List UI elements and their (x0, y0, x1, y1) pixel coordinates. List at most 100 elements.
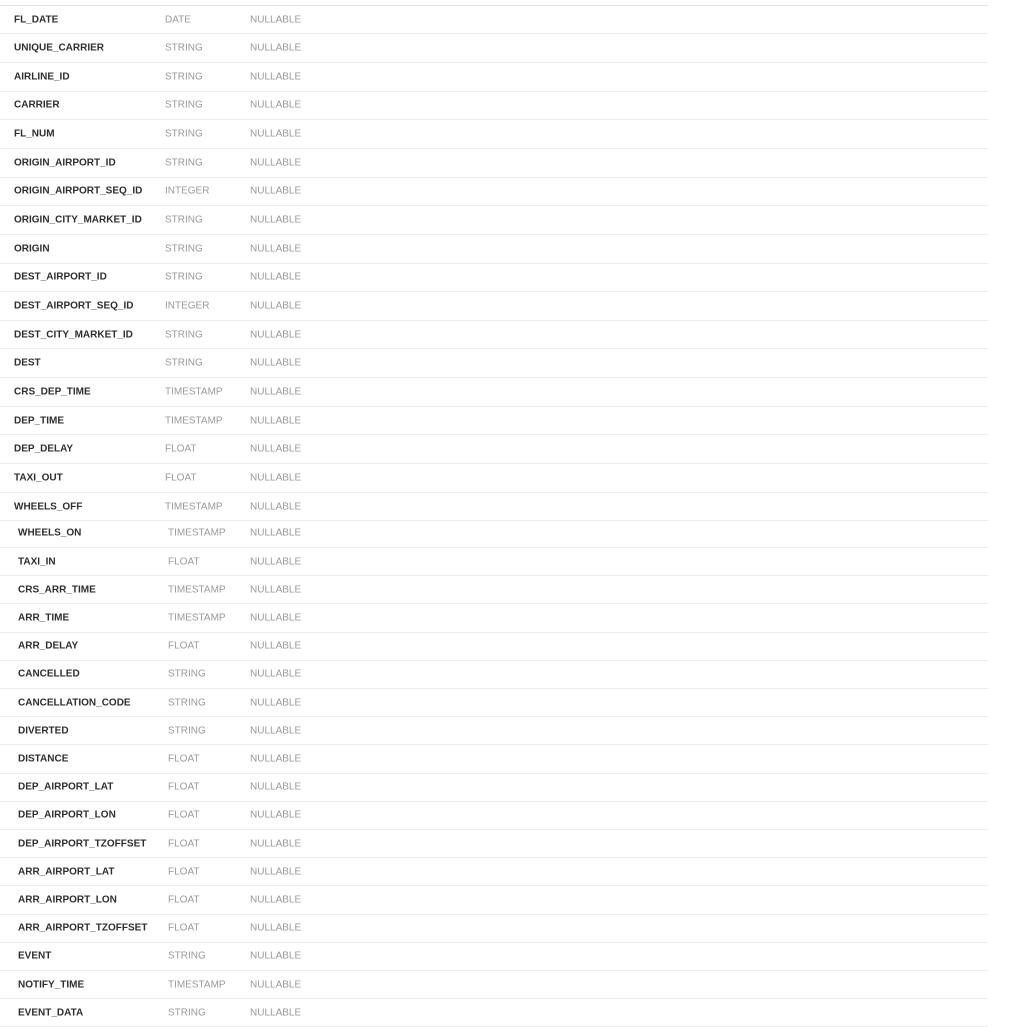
schema-row[interactable]: UNIQUE_CARRIER STRING NULLABLE (0, 34, 988, 63)
field-name: AIRLINE_ID (14, 71, 70, 83)
schema-row[interactable]: DISTANCE FLOAT NULLABLE (0, 746, 988, 774)
field-type: FLOAT (168, 753, 200, 765)
schema-row[interactable]: DEP_AIRPORT_LAT FLOAT NULLABLE (0, 774, 988, 802)
field-mode: NULLABLE (250, 1007, 302, 1019)
field-type: TIMESTAMP (168, 612, 226, 624)
field-mode: NULLABLE (250, 584, 302, 596)
field-type: STRING (168, 697, 206, 709)
field-name: WHEELS_OFF (14, 501, 83, 513)
schema-row[interactable]: ARR_DELAY FLOAT NULLABLE (0, 633, 988, 661)
field-type: FLOAT (168, 922, 200, 934)
field-name: ORIGIN_AIRPORT_ID (14, 157, 116, 169)
schema-row[interactable]: TAXI_OUT FLOAT NULLABLE (0, 464, 988, 493)
field-type: STRING (165, 357, 203, 369)
schema-row[interactable]: ARR_AIRPORT_LON FLOAT NULLABLE (0, 887, 988, 915)
field-mode: NULLABLE (250, 300, 302, 312)
schema-row[interactable]: ARR_AIRPORT_LAT FLOAT NULLABLE (0, 858, 988, 887)
schema-row[interactable]: TAXI_IN FLOAT NULLABLE (0, 548, 988, 577)
field-mode: NULLABLE (250, 329, 302, 341)
field-name: DEP_AIRPORT_TZOFFSET (18, 838, 147, 850)
field-type: STRING (165, 271, 203, 283)
field-type: FLOAT (168, 809, 200, 821)
field-type: DATE (165, 14, 191, 25)
schema-row[interactable]: AIRLINE_ID STRING NULLABLE (0, 63, 988, 92)
field-mode: NULLABLE (250, 243, 302, 255)
schema-row[interactable]: ORIGIN STRING NULLABLE (0, 235, 988, 264)
schema-row[interactable]: ARR_AIRPORT_TZOFFSET FLOAT NULLABLE (0, 915, 988, 943)
field-mode: NULLABLE (250, 415, 302, 427)
field-mode: NULLABLE (250, 556, 302, 568)
schema-row[interactable]: FL_NUM STRING NULLABLE (0, 120, 988, 149)
schema-row[interactable]: EVENT_DATA STRING NULLABLE (0, 999, 988, 1027)
field-name: DEP_DELAY (14, 443, 74, 455)
schema-row[interactable]: DEP_TIME TIMESTAMP NULLABLE (0, 407, 988, 436)
field-type: STRING (168, 668, 206, 680)
schema-row[interactable]: CARRIER STRING NULLABLE (0, 92, 988, 121)
field-type: FLOAT (168, 781, 200, 793)
field-name: ORIGIN (14, 243, 50, 255)
field-mode: NULLABLE (250, 781, 302, 793)
schema-row[interactable]: WHEELS_ON TIMESTAMP NULLABLE (0, 520, 988, 549)
field-type: STRING (165, 329, 203, 341)
schema-row[interactable]: DEST_CITY_MARKET_ID STRING NULLABLE (0, 321, 988, 350)
field-mode: NULLABLE (250, 42, 302, 54)
field-mode: NULLABLE (250, 128, 302, 140)
field-type: FLOAT (165, 443, 197, 455)
field-name: EVENT_DATA (18, 1007, 84, 1019)
field-name: DEP_AIRPORT_LAT (18, 781, 114, 793)
schema-row[interactable]: DEST_AIRPORT_ID STRING NULLABLE (0, 264, 988, 293)
field-mode: NULLABLE (250, 472, 302, 484)
field-name: DEST_AIRPORT_ID (14, 271, 107, 283)
schema-row[interactable]: CANCELLED STRING NULLABLE (0, 661, 988, 690)
schema-row[interactable]: ORIGIN_CITY_MARKET_ID STRING NULLABLE (0, 206, 988, 235)
field-name: ORIGIN_AIRPORT_SEQ_ID (14, 185, 143, 197)
field-mode: NULLABLE (250, 866, 302, 878)
field-type: TIMESTAMP (168, 584, 226, 596)
field-name: TAXI_IN (18, 556, 56, 568)
field-mode: NULLABLE (250, 527, 302, 539)
field-mode: NULLABLE (250, 501, 302, 513)
field-type: FLOAT (168, 866, 200, 878)
schema-row[interactable]: WHEELS_OFF TIMESTAMP NULLABLE (0, 493, 988, 522)
field-name: CRS_DEP_TIME (14, 386, 91, 398)
field-name: DEST_AIRPORT_SEQ_ID (14, 300, 134, 312)
schema-row[interactable]: CRS_ARR_TIME TIMESTAMP NULLABLE (0, 576, 988, 605)
field-type: STRING (165, 42, 203, 54)
field-mode: NULLABLE (250, 612, 302, 624)
field-mode: NULLABLE (250, 157, 302, 169)
schema-row[interactable]: DEST STRING NULLABLE (0, 349, 988, 379)
field-name: ARR_TIME (18, 612, 70, 624)
field-name: TAXI_OUT (14, 472, 63, 484)
schema-row[interactable]: FL_DATE DATE NULLABLE (0, 6, 988, 35)
schema-row[interactable]: NOTIFY_TIME TIMESTAMP NULLABLE (0, 971, 988, 1000)
field-name: UNIQUE_CARRIER (14, 42, 105, 54)
schema-row[interactable]: ORIGIN_AIRPORT_SEQ_ID INTEGER NULLABLE (0, 178, 988, 207)
field-name: DIVERTED (18, 725, 69, 737)
field-mode: NULLABLE (250, 838, 302, 850)
schema-row[interactable]: CRS_DEP_TIME TIMESTAMP NULLABLE (0, 378, 988, 407)
schema-row[interactable]: DIVERTED STRING NULLABLE (0, 717, 988, 746)
schema-row[interactable]: ORIGIN_AIRPORT_ID STRING NULLABLE (0, 149, 988, 178)
field-type: STRING (168, 950, 206, 962)
schema-row[interactable]: EVENT STRING NULLABLE (0, 943, 988, 972)
schema-row[interactable]: DEP_AIRPORT_LON FLOAT NULLABLE (0, 802, 988, 831)
field-mode: NULLABLE (250, 99, 302, 111)
field-name: CRS_ARR_TIME (18, 584, 96, 596)
field-name: ARR_AIRPORT_LON (18, 894, 117, 906)
schema-row[interactable]: ARR_TIME TIMESTAMP NULLABLE (0, 605, 988, 633)
field-mode: NULLABLE (250, 271, 302, 283)
schema-row[interactable]: DEP_DELAY FLOAT NULLABLE (0, 435, 988, 465)
field-type: TIMESTAMP (165, 501, 223, 513)
field-name: CARRIER (14, 99, 60, 111)
field-type: INTEGER (165, 300, 210, 312)
schema-row[interactable]: CANCELLATION_CODE STRING NULLABLE (0, 689, 988, 718)
schema-row[interactable]: DEST_AIRPORT_SEQ_ID INTEGER NULLABLE (0, 292, 988, 321)
field-name: ORIGIN_CITY_MARKET_ID (14, 214, 142, 226)
field-mode: NULLABLE (250, 668, 302, 680)
field-mode: NULLABLE (250, 71, 302, 83)
schema-row[interactable]: DEP_AIRPORT_TZOFFSET FLOAT NULLABLE (0, 830, 988, 859)
field-mode: NULLABLE (250, 14, 302, 25)
field-type: FLOAT (168, 838, 200, 850)
field-type: STRING (168, 1007, 206, 1019)
field-type: STRING (165, 243, 203, 255)
